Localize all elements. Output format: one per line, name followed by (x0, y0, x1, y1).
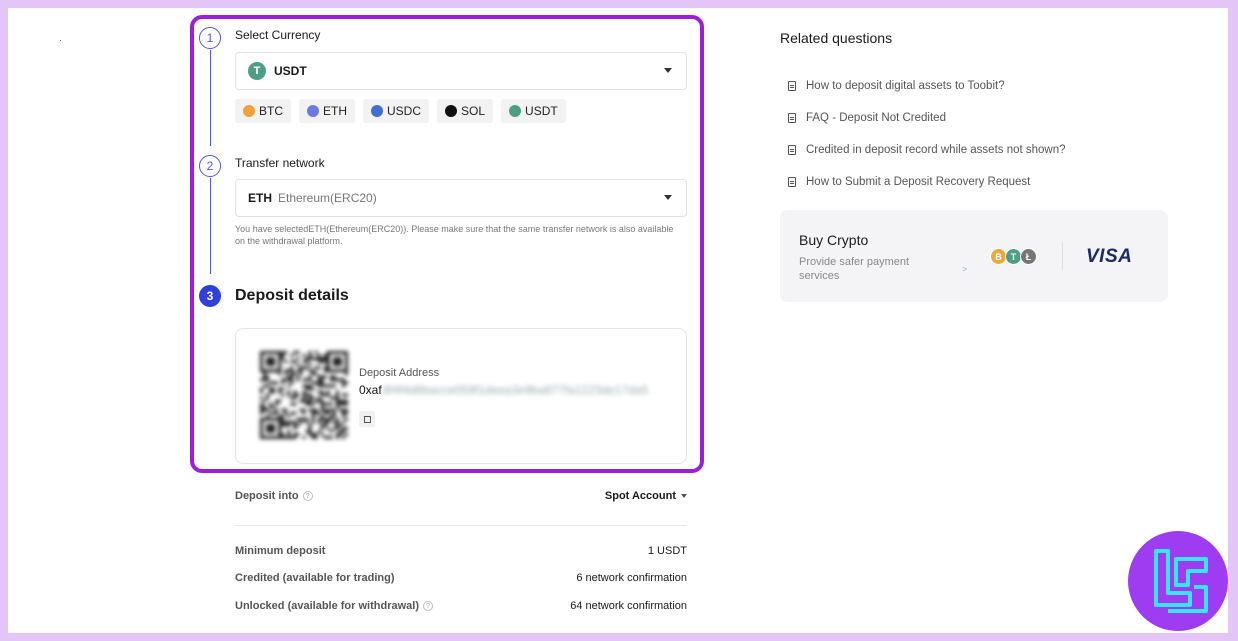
unlocked-row: Unlocked (available for withdrawal)? 64 … (235, 600, 687, 612)
divider (235, 525, 687, 526)
stray-dot (60, 40, 61, 41)
related-question-link[interactable]: How to Submit a Deposit Recovery Request (788, 166, 1066, 198)
related-question-text: How to deposit digital assets to Toobit? (806, 80, 1005, 92)
help-icon[interactable]: ? (302, 491, 313, 501)
visa-logo: VISA (1086, 246, 1133, 267)
credited-value: 6 network confirmation (576, 572, 687, 584)
help-icon[interactable]: ? (423, 601, 433, 611)
related-question-link[interactable]: FAQ - Deposit Not Credited (788, 102, 1066, 134)
buy-crypto-card[interactable]: Buy Crypto Provide safer payment service… (780, 210, 1168, 302)
toobit-logo-icon (1128, 531, 1228, 631)
deposit-into-label: Deposit into (235, 490, 299, 502)
crypto-coins-group: BTŁ (990, 248, 1037, 265)
min-deposit-label: Minimum deposit (235, 545, 326, 557)
deposit-into-select[interactable]: Spot Account (605, 490, 687, 502)
chevron-right-icon: > (962, 264, 968, 274)
related-question-link[interactable]: Credited in deposit record while assets … (788, 134, 1066, 166)
divider (1062, 242, 1063, 270)
document-icon (788, 81, 796, 91)
page-canvas: 1 Select Currency T USDT BTC ETH USDC SOL US… (8, 8, 1228, 633)
related-question-text: How to Submit a Deposit Recovery Request (806, 176, 1031, 188)
document-icon (788, 145, 796, 155)
unlocked-value: 64 network confirmation (570, 600, 687, 612)
min-deposit-value: 1 USDT (647, 545, 687, 557)
deposit-into-row: Deposit into? Spot Account (235, 490, 687, 502)
credited-label: Credited (available for trading) (235, 572, 395, 584)
document-icon (788, 177, 796, 187)
buy-crypto-title: Buy Crypto (799, 232, 869, 248)
related-question-text: Credited in deposit record while assets … (806, 144, 1066, 156)
related-questions-list: How to deposit digital assets to Toobit?… (788, 70, 1066, 198)
deposit-into-value: Spot Account (604, 490, 676, 502)
related-question-link[interactable]: How to deposit digital assets to Toobit? (788, 70, 1066, 102)
related-question-text: FAQ - Deposit Not Credited (806, 112, 946, 124)
buy-crypto-subtitle: Provide safer payment services (799, 256, 910, 282)
document-icon (788, 113, 796, 123)
credited-row: Credited (available for trading) 6 netwo… (235, 572, 687, 584)
caret-down-icon (681, 494, 687, 498)
min-deposit-row: Minimum deposit 1 USDT (235, 545, 687, 557)
crypto-coin-icon: Ł (1020, 248, 1037, 265)
related-questions-title: Related questions (780, 30, 893, 46)
highlight-frame (190, 15, 704, 473)
unlocked-label: Unlocked (available for withdrawal) (235, 600, 419, 612)
